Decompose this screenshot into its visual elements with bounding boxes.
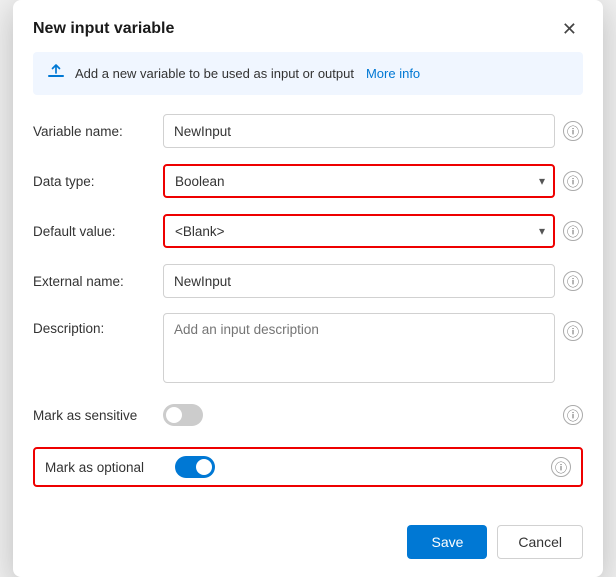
mark-optional-toggle[interactable]	[175, 456, 215, 478]
new-input-variable-dialog: New input variable ✕ Add a new variable …	[13, 0, 603, 577]
mark-sensitive-control: ⓘ	[163, 404, 583, 426]
save-button[interactable]: Save	[407, 525, 487, 559]
banner-text: Add a new variable to be used as input o…	[75, 66, 354, 81]
more-info-link[interactable]: More info	[366, 66, 420, 81]
mark-optional-row: Mark as optional ⓘ	[33, 447, 583, 487]
dialog-header: New input variable ✕	[13, 0, 603, 52]
variable-name-info-icon[interactable]: ⓘ	[563, 121, 583, 141]
variable-name-input[interactable]	[163, 114, 555, 148]
external-name-info-icon[interactable]: ⓘ	[563, 271, 583, 291]
mark-sensitive-info-icon[interactable]: ⓘ	[563, 405, 583, 425]
mark-sensitive-slider	[163, 404, 203, 426]
external-name-control: ⓘ	[163, 264, 583, 298]
close-button[interactable]: ✕	[556, 18, 583, 40]
description-label: Description:	[33, 313, 163, 336]
mark-sensitive-toggle[interactable]	[163, 404, 203, 426]
upload-icon	[47, 62, 65, 85]
default-value-select[interactable]: <Blank>	[163, 214, 555, 248]
default-value-info-icon[interactable]: ⓘ	[563, 221, 583, 241]
mark-optional-info-icon[interactable]: ⓘ	[551, 457, 571, 477]
description-row: Description: ⓘ	[33, 313, 583, 383]
default-value-select-wrap: <Blank> ▾	[163, 214, 555, 248]
description-control: ⓘ	[163, 313, 583, 383]
mark-optional-slider	[175, 456, 215, 478]
variable-name-row: Variable name: ⓘ	[33, 113, 583, 149]
default-value-label: Default value:	[33, 224, 163, 239]
data-type-row: Data type: Boolean Text Number Date Date…	[33, 163, 583, 199]
info-banner: Add a new variable to be used as input o…	[33, 52, 583, 95]
mark-optional-label: Mark as optional	[45, 460, 175, 475]
data-type-info-icon[interactable]: ⓘ	[563, 171, 583, 191]
description-info-icon[interactable]: ⓘ	[563, 321, 583, 341]
variable-name-control: ⓘ	[163, 114, 583, 148]
data-type-select-wrap: Boolean Text Number Date DateTime ▾	[163, 164, 555, 198]
data-type-control: Boolean Text Number Date DateTime ▾ ⓘ	[163, 164, 583, 198]
data-type-select[interactable]: Boolean Text Number Date DateTime	[163, 164, 555, 198]
external-name-input[interactable]	[163, 264, 555, 298]
mark-sensitive-label: Mark as sensitive	[33, 408, 163, 423]
default-value-row: Default value: <Blank> ▾ ⓘ	[33, 213, 583, 249]
mark-sensitive-row: Mark as sensitive ⓘ	[33, 397, 583, 433]
mark-sensitive-toggle-wrap	[163, 404, 203, 426]
external-name-row: External name: ⓘ	[33, 263, 583, 299]
data-type-label: Data type:	[33, 174, 163, 189]
dialog-footer: Save Cancel	[13, 511, 603, 577]
form-body: Variable name: ⓘ Data type: Boolean Text…	[13, 113, 603, 511]
default-value-control: <Blank> ▾ ⓘ	[163, 214, 583, 248]
variable-name-label: Variable name:	[33, 124, 163, 139]
description-textarea[interactable]	[163, 313, 555, 383]
mark-optional-control: ⓘ	[175, 456, 571, 478]
dialog-title: New input variable	[33, 20, 174, 38]
cancel-button[interactable]: Cancel	[497, 525, 583, 559]
external-name-label: External name:	[33, 274, 163, 289]
